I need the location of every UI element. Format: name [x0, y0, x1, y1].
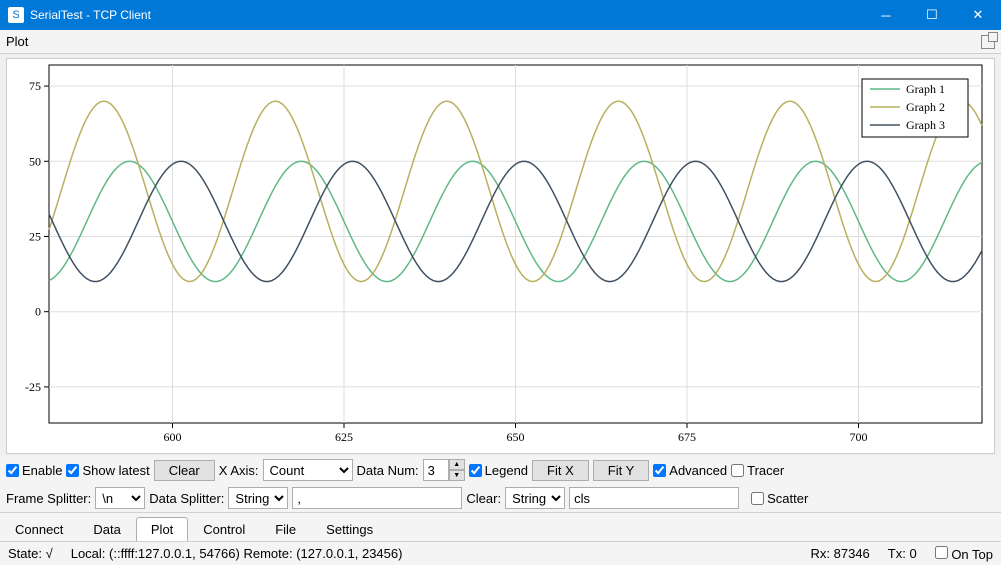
svg-text:600: 600: [163, 430, 181, 444]
popout-icon[interactable]: [981, 35, 995, 49]
data-splitter-label: Data Splitter:: [149, 491, 224, 506]
clear-label: Clear:: [466, 491, 501, 506]
svg-text:Graph 1: Graph 1: [906, 82, 945, 96]
data-num-label: Data Num:: [357, 463, 419, 478]
clear-input[interactable]: [569, 487, 739, 509]
fit-y-button[interactable]: Fit Y: [593, 460, 650, 481]
chevron-up-icon[interactable]: ▲: [449, 459, 465, 470]
tab-plot[interactable]: Plot: [136, 517, 188, 541]
state-cell: State: √: [8, 546, 53, 561]
close-button[interactable]: ✕: [955, 0, 1001, 30]
tab-control[interactable]: Control: [188, 517, 260, 541]
minimize-button[interactable]: ─: [863, 0, 909, 30]
status-bar: State: √ Local: (::ffff:127.0.0.1, 54766…: [0, 541, 1001, 565]
xaxis-label: X Axis:: [219, 463, 259, 478]
tab-settings[interactable]: Settings: [311, 517, 388, 541]
svg-text:25: 25: [29, 229, 41, 243]
frame-splitter-label: Frame Splitter:: [6, 491, 91, 506]
tracer-checkbox[interactable]: Tracer: [731, 463, 784, 478]
window-title: SerialTest - TCP Client: [30, 8, 863, 22]
legend-checkbox[interactable]: Legend: [469, 463, 528, 478]
plot-toolbar: Plot: [0, 30, 1001, 54]
data-splitter-mode[interactable]: String: [228, 487, 288, 509]
clear-mode-select[interactable]: String: [505, 487, 565, 509]
main-tabs: ConnectDataPlotControlFileSettings: [0, 512, 1001, 541]
endpoints-cell: Local: (::ffff:127.0.0.1, 54766) Remote:…: [71, 546, 403, 561]
svg-text:625: 625: [335, 430, 353, 444]
svg-text:75: 75: [29, 79, 41, 93]
scatter-checkbox[interactable]: Scatter: [751, 491, 808, 506]
window-titlebar: S SerialTest - TCP Client ─ ☐ ✕: [0, 0, 1001, 30]
plot-controls-row-2: Frame Splitter: \n Data Splitter: String…: [0, 484, 1001, 512]
advanced-checkbox[interactable]: Advanced: [653, 463, 727, 478]
on-top-checkbox[interactable]: On Top: [935, 546, 993, 562]
svg-text:Graph 2: Graph 2: [906, 100, 945, 114]
data-num-spinner[interactable]: ▲▼: [423, 459, 465, 481]
tab-file[interactable]: File: [260, 517, 311, 541]
frame-splitter-select[interactable]: \n: [95, 487, 145, 509]
plot-canvas[interactable]: 600 625 650 675 700 -25 0 25 50 75 Graph 1 Graph 2 G…: [6, 58, 995, 454]
clear-button[interactable]: Clear: [154, 460, 215, 481]
svg-text:50: 50: [29, 154, 41, 168]
enable-checkbox[interactable]: Enable: [6, 463, 62, 478]
app-icon: S: [8, 7, 24, 23]
maximize-button[interactable]: ☐: [909, 0, 955, 30]
svg-text:675: 675: [678, 430, 696, 444]
plot-label: Plot: [6, 34, 28, 49]
rx-cell: Rx: 87346: [811, 546, 870, 561]
show-latest-checkbox[interactable]: Show latest: [66, 463, 149, 478]
fit-x-button[interactable]: Fit X: [532, 460, 589, 481]
data-splitter-input[interactable]: [292, 487, 462, 509]
tab-connect[interactable]: Connect: [0, 517, 78, 541]
svg-text:-25: -25: [25, 380, 41, 394]
tab-data[interactable]: Data: [78, 517, 135, 541]
svg-text:0: 0: [35, 305, 41, 319]
xaxis-select[interactable]: Count: [263, 459, 353, 481]
svg-text:Graph 3: Graph 3: [906, 118, 945, 132]
tx-cell: Tx: 0: [888, 546, 917, 561]
svg-text:700: 700: [850, 430, 868, 444]
chevron-down-icon[interactable]: ▼: [449, 470, 465, 481]
plot-controls-row-1: Enable Show latest Clear X Axis: Count D…: [0, 456, 1001, 484]
svg-text:650: 650: [507, 430, 525, 444]
